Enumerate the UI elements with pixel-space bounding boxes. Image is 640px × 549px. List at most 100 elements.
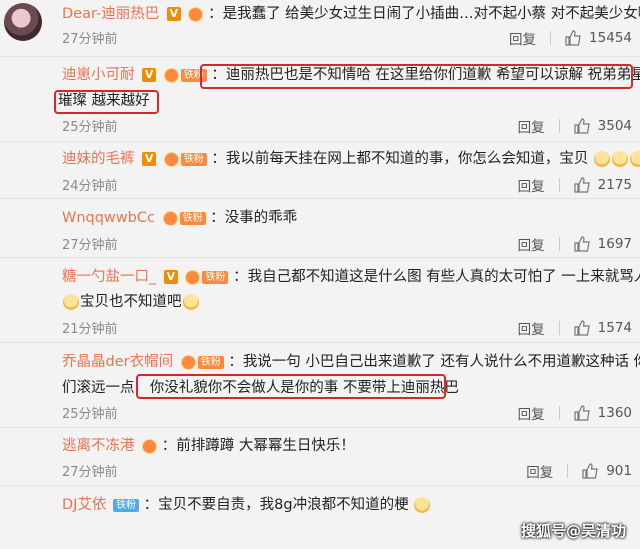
- comment-actions: 回复 1574: [518, 318, 632, 338]
- verified-icon: V: [142, 152, 157, 166]
- comment-text: 宝贝也不知道吧: [80, 294, 182, 310]
- comment-actions: 回复 1360: [518, 403, 632, 423]
- comment-line: 迪妹的毛裤 V 铁粉 ：我以前每天挂在网上都不知道的事，你怎么会知道，宝贝: [62, 148, 640, 170]
- comment-item: WnqqwwbCc 铁粉 ：没事的乖乖 27分钟前 回复 1697: [0, 199, 640, 258]
- emoji-icon: [593, 151, 610, 167]
- comment-item: 迪妹的毛裤 V 铁粉 ：我以前每天挂在网上都不知道的事，你怎么会知道，宝贝 24…: [0, 142, 640, 199]
- like-count: 1574: [597, 320, 632, 336]
- like-icon[interactable]: [574, 405, 590, 421]
- comment-line: 糖一勺盐一口_ V 铁粉 ：我自己都不知道这是什么图 有些人真的太可怕了 一上来…: [62, 266, 640, 288]
- divider: [558, 237, 560, 251]
- username[interactable]: 逃离不冻港: [62, 438, 135, 454]
- fan-badge: 铁粉: [180, 152, 207, 166]
- timestamp: 25分钟前: [62, 407, 118, 422]
- fan-badge: 铁粉: [113, 498, 140, 512]
- fan-badge: 铁粉: [179, 211, 206, 225]
- reply-button[interactable]: 回复: [518, 403, 545, 423]
- username[interactable]: 糖一勺盐一口_: [62, 269, 156, 285]
- comment-text: 璀璨 越来越好: [58, 93, 150, 109]
- like-count: 1360: [597, 405, 632, 421]
- like-icon[interactable]: [574, 118, 590, 134]
- comment-line: 迪崽小可耐 V 铁粉 ：迪丽热巴也是不知情哈 在这里给你们道歉 希望可以谅解 祝…: [62, 64, 640, 86]
- username[interactable]: DJ艾依: [62, 497, 106, 513]
- timestamp: 27分钟前: [62, 238, 118, 253]
- divider: [558, 406, 560, 420]
- reply-button[interactable]: 回复: [518, 234, 545, 254]
- timestamp: 27分钟前: [62, 465, 118, 480]
- emoji-icon: [611, 151, 628, 167]
- comment-line: 宝贝也不知道吧: [62, 291, 628, 313]
- comment-line: 逃离不冻港 ：前排蹲蹲 大幂幂生日快乐！: [62, 438, 355, 454]
- comment-text: 前排蹲蹲 大幂幂生日快乐！: [176, 438, 355, 454]
- medal-icon: [162, 210, 178, 226]
- medal-icon: [185, 269, 201, 285]
- comment-text: 是我蠢了 给美少女过生日闹了小插曲…对不起小蔡 对不起美少女啊…: [222, 6, 640, 22]
- comment-text: 宝贝不要自责，我8g冲浪都不知道的梗: [158, 497, 409, 513]
- comment-list: Dear-迪丽热巴 V ：是我蠢了 给美少女过生日闹了小插曲…对不起小蔡 对不起…: [0, 0, 640, 549]
- timestamp: 27分钟前: [62, 32, 118, 47]
- username[interactable]: 迪崽小可耐: [62, 67, 135, 83]
- divider: [558, 178, 560, 192]
- reply-button[interactable]: 回复: [509, 28, 536, 48]
- emoji-icon: [63, 294, 79, 310]
- medal-icon: [180, 354, 196, 370]
- username[interactable]: 乔晶晶der衣帽间: [62, 354, 173, 370]
- fan-badge: 铁粉: [197, 355, 224, 369]
- like-count: 3504: [597, 118, 632, 134]
- divider: [567, 464, 569, 478]
- reply-button[interactable]: 回复: [518, 318, 545, 338]
- avatar[interactable]: [4, 3, 42, 41]
- username[interactable]: WnqqwwbCc: [62, 210, 155, 226]
- comment-line: 璀璨 越来越好: [58, 90, 628, 112]
- fan-badge: 铁粉: [180, 68, 207, 82]
- divider: [558, 119, 560, 133]
- comment-item: 糖一勺盐一口_ V 铁粉 ：我自己都不知道这是什么图 有些人真的太可怕了 一上来…: [0, 258, 640, 343]
- comment-line: Dear-迪丽热巴 V ：是我蠢了 给美少女过生日闹了小插曲…对不起小蔡 对不起…: [62, 3, 640, 25]
- comment-item: 乔晶晶der衣帽间 铁粉 ：我说一句 小巴自己出来道歉了 还有人说什么不用道歉这…: [0, 343, 640, 428]
- comment-text: 我以前每天挂在网上都不知道的事，你怎么会知道，宝贝: [225, 151, 589, 167]
- like-icon[interactable]: [574, 236, 590, 252]
- medal-icon: [142, 438, 158, 454]
- timestamp: 24分钟前: [62, 179, 118, 194]
- timestamp: 25分钟前: [62, 120, 118, 135]
- emoji-icon: [182, 294, 199, 310]
- reply-button[interactable]: 回复: [526, 461, 553, 481]
- like-count: 1697: [597, 236, 632, 252]
- medal-icon: [188, 6, 204, 22]
- medal-icon: [163, 151, 179, 167]
- like-count: 2175: [597, 177, 632, 193]
- reply-button[interactable]: 回复: [518, 116, 545, 136]
- reply-button[interactable]: 回复: [518, 175, 545, 195]
- comment-actions: 回复 15454: [509, 28, 632, 48]
- emoji-icon: [629, 151, 640, 167]
- username[interactable]: 迪妹的毛裤: [62, 151, 135, 167]
- comment-item: Dear-迪丽热巴 V ：是我蠢了 给美少女过生日闹了小插曲…对不起小蔡 对不起…: [0, 0, 640, 57]
- like-count: 15454: [589, 30, 632, 46]
- like-icon[interactable]: [582, 463, 598, 479]
- comment-text: 没事的乖乖: [224, 210, 298, 226]
- comment-text: 迪丽热巴也是不知情哈 在这里给你们道歉 希望可以谅解 祝弟弟星途: [225, 67, 640, 83]
- crying-emoji-icon: [414, 497, 431, 513]
- like-icon[interactable]: [574, 177, 590, 193]
- divider: [550, 31, 552, 45]
- comment-actions: 回复 3504: [518, 116, 632, 136]
- like-icon[interactable]: [565, 30, 581, 46]
- medal-icon: [163, 67, 179, 83]
- comment-actions: 回复 2175: [518, 175, 632, 195]
- comment-text: 你没礼貌你不会做人是你的事 不要带上迪丽热巴: [149, 380, 459, 396]
- verified-icon: V: [166, 7, 181, 21]
- comment-text: 我说一句 小巴自己出来道歉了 还有人说什么不用道歉这种话 你: [242, 354, 640, 370]
- like-count: 901: [606, 463, 632, 479]
- fan-badge: 铁粉: [202, 270, 229, 284]
- watermark: 搜狐号@吴清功: [520, 522, 626, 540]
- comment-line: WnqqwwbCc 铁粉 ：没事的乖乖: [62, 210, 298, 226]
- comment-line: 们滚远一点 你没礼貌你不会做人是你的事 不要带上迪丽热巴: [62, 377, 628, 399]
- like-icon[interactable]: [574, 320, 590, 336]
- comment-item: 逃离不冻港 ：前排蹲蹲 大幂幂生日快乐！ 27分钟前 回复 901: [0, 428, 640, 486]
- verified-icon: V: [142, 68, 157, 82]
- verified-icon: V: [163, 270, 178, 284]
- comment-line: DJ艾依 铁粉 ：宝贝不要自责，我8g冲浪都不知道的梗: [62, 494, 628, 516]
- username[interactable]: Dear-迪丽热巴: [62, 6, 159, 22]
- comment-actions: 回复 1697: [518, 234, 632, 254]
- comment-text: 我自己都不知道这是什么图 有些人真的太可怕了 一上来就骂人: [247, 269, 640, 285]
